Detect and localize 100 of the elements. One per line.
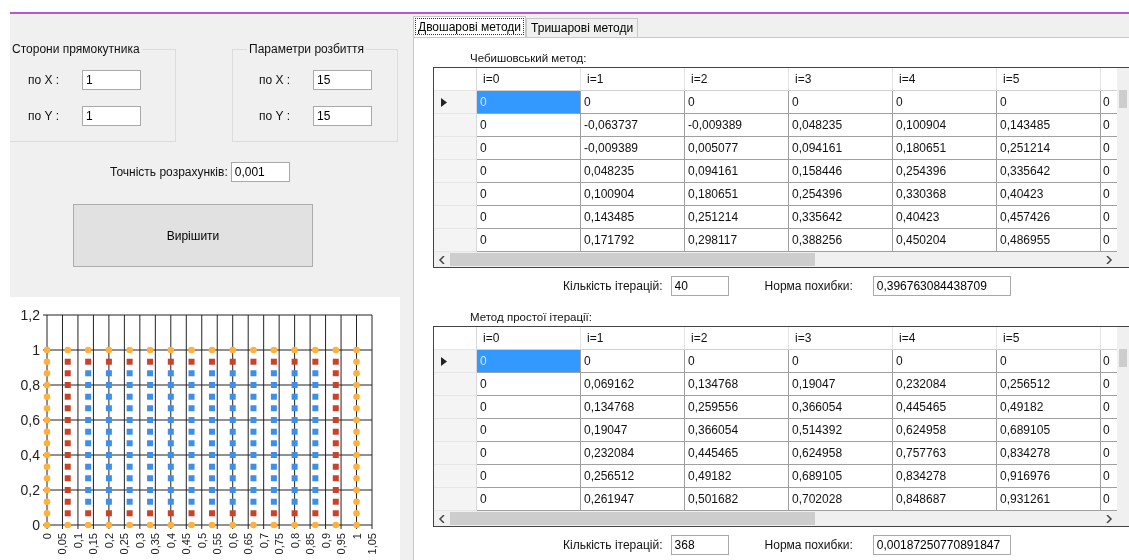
table-cell[interactable]: 0,232084 <box>581 442 685 465</box>
table-cell[interactable]: 0 <box>477 396 581 419</box>
table-cell[interactable]: 0 <box>893 91 997 114</box>
table-cell[interactable]: 0,158446 <box>789 160 893 183</box>
row-header[interactable] <box>434 91 477 114</box>
table-cell[interactable]: 0,048235 <box>581 160 685 183</box>
table-cell[interactable]: 0,689105 <box>997 419 1101 442</box>
table-cell[interactable]: 0,232084 <box>893 373 997 396</box>
table-cell[interactable]: 0,49182 <box>685 465 789 488</box>
table-cell[interactable]: 0,048235 <box>789 114 893 137</box>
table-cell[interactable]: 0,254396 <box>789 183 893 206</box>
table-cell[interactable]: 0,094161 <box>789 137 893 160</box>
table-cell[interactable]: 0,180651 <box>893 137 997 160</box>
table-cell[interactable]: 0,19047 <box>581 419 685 442</box>
table-cell[interactable]: 0,100904 <box>581 183 685 206</box>
solve-button[interactable]: Вирішити <box>73 204 313 267</box>
table-cell[interactable]: 0 <box>997 350 1101 373</box>
table-cell[interactable]: 0,005077 <box>685 137 789 160</box>
table-cell[interactable]: 0,100904 <box>893 114 997 137</box>
column-header[interactable]: i=5 <box>997 327 1101 350</box>
table-cell[interactable]: 0,457426 <box>997 206 1101 229</box>
column-header[interactable]: i=1 <box>581 68 685 91</box>
horizontal-scrollbar[interactable] <box>434 252 1117 267</box>
input-field[interactable]: 1 <box>82 70 141 90</box>
table-cell[interactable]: 0,335642 <box>789 206 893 229</box>
table-cell[interactable]: 0 <box>893 350 997 373</box>
table-cell[interactable]: 0,834278 <box>997 442 1101 465</box>
table-cell[interactable]: 0,330368 <box>893 183 997 206</box>
table-cell[interactable]: 0,254396 <box>893 160 997 183</box>
iterations-field[interactable]: 40 <box>670 276 729 296</box>
table-cell[interactable]: 0 <box>477 183 581 206</box>
table-cell[interactable]: 0,134768 <box>581 396 685 419</box>
table-cell[interactable]: 0,134768 <box>685 373 789 396</box>
table-cell[interactable]: 0 <box>581 91 685 114</box>
table-cell[interactable]: 0 <box>477 465 581 488</box>
table-cell[interactable]: 0 <box>685 91 789 114</box>
column-header[interactable]: i=0 <box>477 68 581 91</box>
table-cell[interactable]: 0,366054 <box>789 396 893 419</box>
table-cell[interactable]: 0,40423 <box>893 206 997 229</box>
table-cell[interactable]: 0,256512 <box>997 373 1101 396</box>
table-cell[interactable]: -0,063737 <box>581 114 685 137</box>
table-cell[interactable]: 0,335642 <box>997 160 1101 183</box>
table-cell[interactable]: -0,009389 <box>581 137 685 160</box>
table-cell[interactable]: 0,624958 <box>893 419 997 442</box>
table-cell[interactable]: 0 <box>477 114 581 137</box>
column-header[interactable]: i=5 <box>997 68 1101 91</box>
table-cell[interactable]: 0 <box>477 373 581 396</box>
row-header[interactable] <box>434 350 477 373</box>
error-norm-field[interactable]: 0,396763084438709 <box>872 276 1011 296</box>
table-cell[interactable]: 0,069162 <box>581 373 685 396</box>
vertical-scrollbar[interactable] <box>1117 327 1129 526</box>
table-cell[interactable]: 0,366054 <box>685 419 789 442</box>
table-cell[interactable]: 0 <box>581 350 685 373</box>
column-header[interactable]: i=1 <box>581 327 685 350</box>
error-norm-field[interactable]: 0,00187250770891847 <box>872 535 1011 555</box>
table-cell[interactable]: 0,143485 <box>581 206 685 229</box>
table-cell[interactable]: 0,916976 <box>997 465 1101 488</box>
table-cell[interactable]: 0,834278 <box>893 465 997 488</box>
table-cell[interactable]: 0 <box>477 137 581 160</box>
column-header[interactable]: i=3 <box>789 68 893 91</box>
column-header[interactable]: i=4 <box>893 327 997 350</box>
table-cell[interactable]: 0,49182 <box>997 396 1101 419</box>
column-header[interactable]: i=0 <box>477 327 581 350</box>
table-cell[interactable]: 0,40423 <box>997 183 1101 206</box>
table-cell[interactable]: 0,19047 <box>789 373 893 396</box>
input-field[interactable]: 1 <box>82 106 141 126</box>
vertical-scrollbar[interactable] <box>1117 68 1129 267</box>
table-cell[interactable]: 0 <box>477 442 581 465</box>
table-cell[interactable]: 0,259556 <box>685 396 789 419</box>
table-cell[interactable]: 0,094161 <box>685 160 789 183</box>
column-header[interactable]: i=2 <box>685 327 789 350</box>
table-cell[interactable]: 0,251214 <box>685 206 789 229</box>
iterations-field[interactable]: 368 <box>670 535 729 555</box>
table-cell[interactable]: 0,757763 <box>893 442 997 465</box>
column-header[interactable]: i=4 <box>893 68 997 91</box>
table-cell[interactable]: 0,445465 <box>893 396 997 419</box>
table-cell[interactable]: 0,624958 <box>789 442 893 465</box>
table-cell[interactable]: 0,143485 <box>997 114 1101 137</box>
table-cell[interactable]: 0 <box>477 206 581 229</box>
table-cell[interactable]: 0 <box>997 91 1101 114</box>
input-field[interactable]: 15 <box>313 106 372 126</box>
table-cell[interactable]: 0 <box>477 160 581 183</box>
column-header[interactable]: i=2 <box>685 68 789 91</box>
tab[interactable]: Двошарові методи <box>413 16 527 37</box>
table-cell[interactable]: 0 <box>789 91 893 114</box>
table-cell[interactable]: 0,689105 <box>789 465 893 488</box>
table-cell[interactable]: 0 <box>477 419 581 442</box>
table-cell[interactable]: 0,180651 <box>685 183 789 206</box>
table-cell[interactable]: -0,009389 <box>685 114 789 137</box>
table-cell[interactable]: 0,514392 <box>789 419 893 442</box>
horizontal-scrollbar[interactable] <box>434 511 1117 526</box>
tab[interactable]: Тришарові методи <box>526 18 639 37</box>
table-cell[interactable]: 0,256512 <box>581 465 685 488</box>
table-cell[interactable]: 0 <box>685 350 789 373</box>
table-cell[interactable]: 0,445465 <box>685 442 789 465</box>
table-cell[interactable]: 0,251214 <box>997 137 1101 160</box>
table-cell[interactable]: 0 <box>789 350 893 373</box>
input-field[interactable]: 15 <box>313 70 372 90</box>
precision-field[interactable]: 0,001 <box>230 162 290 182</box>
column-header[interactable]: i=3 <box>789 327 893 350</box>
